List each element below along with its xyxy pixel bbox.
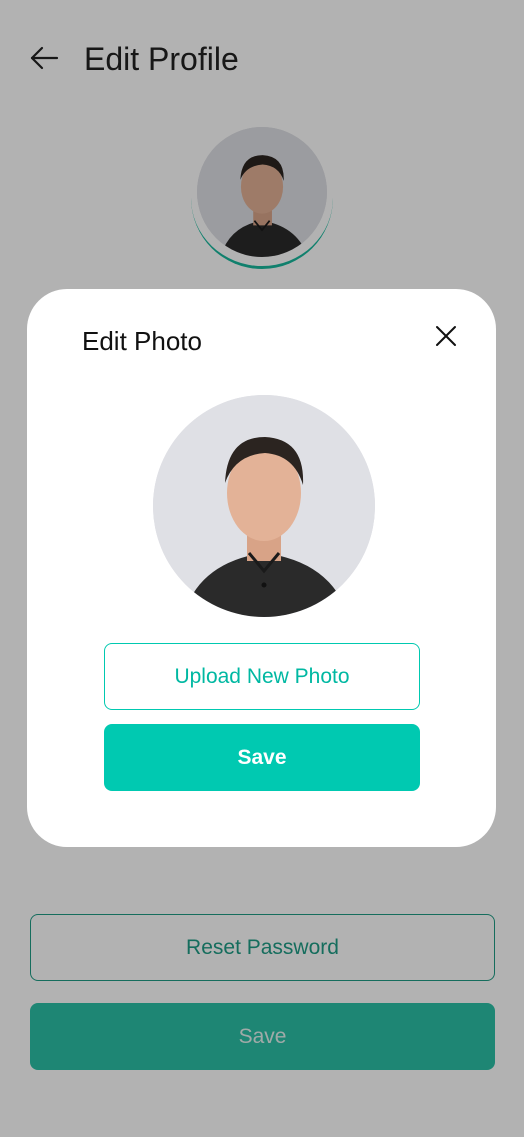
close-button[interactable] <box>431 321 461 351</box>
photo-preview <box>153 395 375 617</box>
modal-title: Edit Photo <box>82 326 202 356</box>
close-icon <box>436 326 456 346</box>
save-photo-button[interactable]: Save <box>104 724 420 791</box>
upload-new-photo-button[interactable]: Upload New Photo <box>104 643 420 710</box>
edit-photo-modal: Edit Photo Upload New Photo Save <box>27 289 496 847</box>
profile-photo <box>153 395 375 617</box>
edit-profile-screen: Edit Profile Reset Password Save Edit Ph… <box>0 0 524 1137</box>
